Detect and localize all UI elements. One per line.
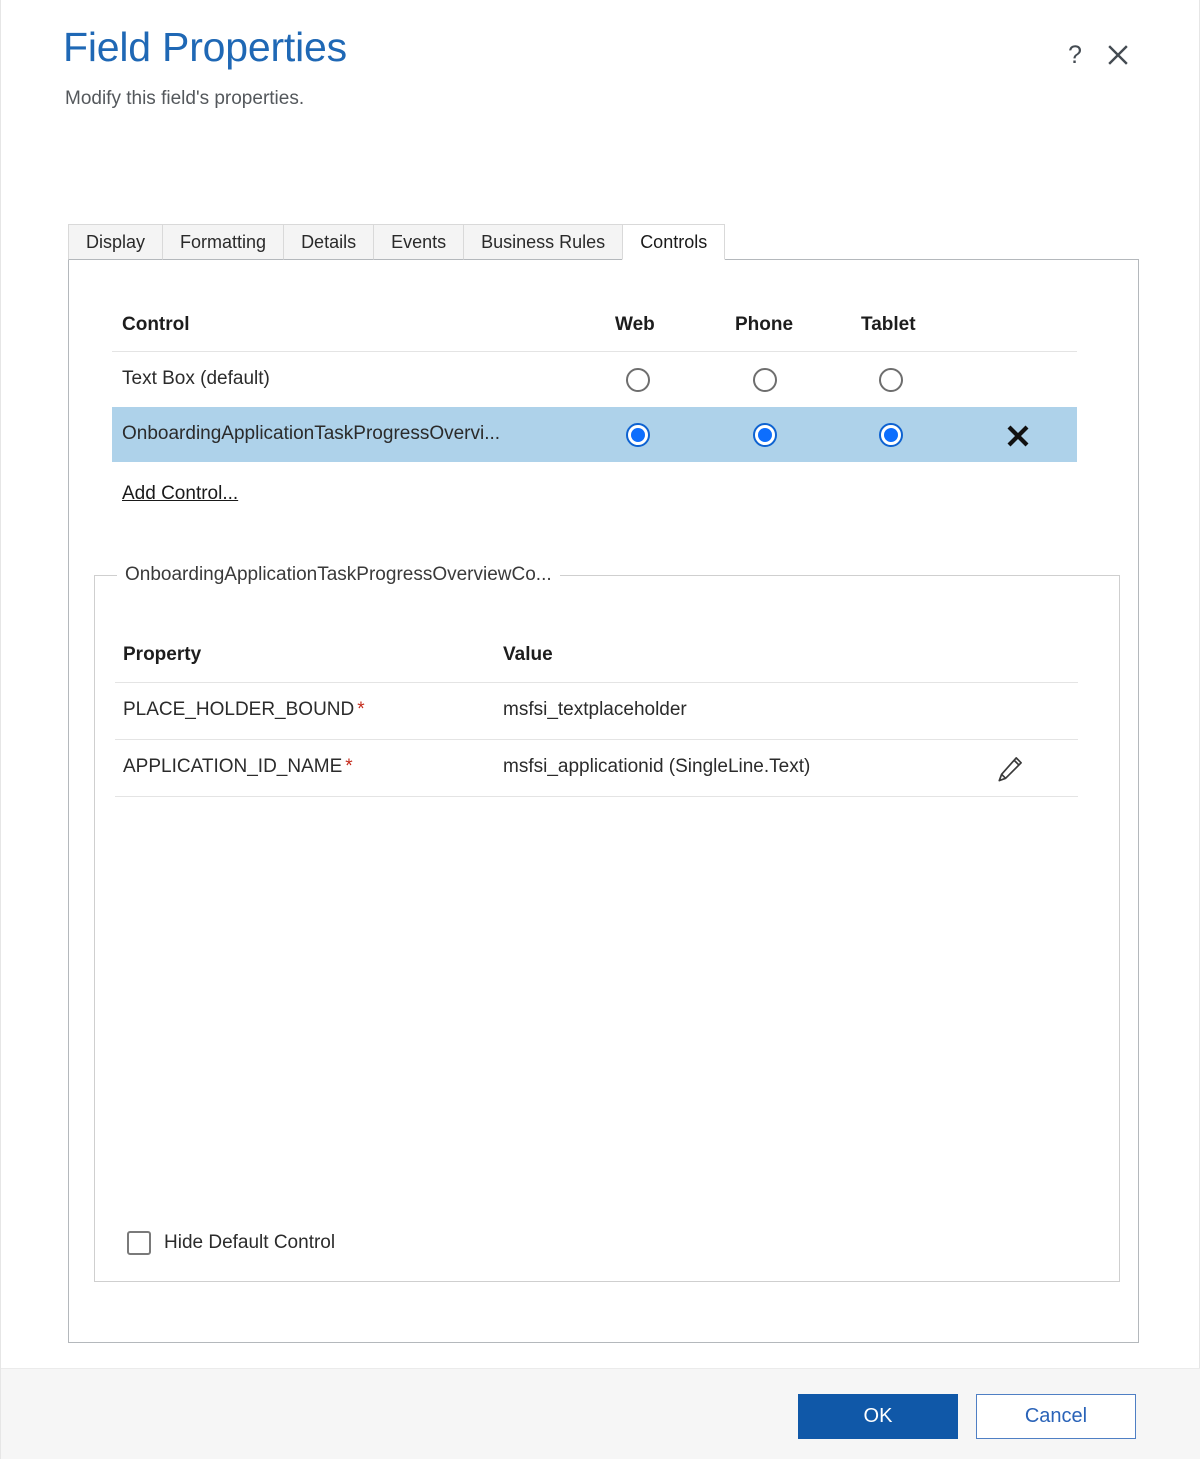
column-header-tablet: Tablet: [861, 314, 916, 335]
page-title: Field Properties: [63, 24, 347, 70]
radio-tablet[interactable]: [879, 423, 905, 449]
tab-formatting[interactable]: Formatting: [162, 224, 285, 260]
tab-display[interactable]: Display: [68, 224, 164, 260]
table-row[interactable]: OnboardingApplicationTaskProgressOvervi.…: [112, 407, 1077, 462]
controls-table-header: Control Web Phone Tablet: [112, 304, 1077, 352]
tab-details[interactable]: Details: [283, 224, 375, 260]
radio-web[interactable]: [626, 423, 652, 449]
radio-tablet[interactable]: [879, 368, 905, 394]
ok-button[interactable]: OK: [798, 1394, 958, 1439]
column-header-control: Control: [122, 314, 190, 335]
hide-default-control-checkbox[interactable]: Hide Default Control: [127, 1231, 335, 1255]
table-row[interactable]: PLACE_HOLDER_BOUND * msfsi_textplaceholde…: [115, 683, 1078, 740]
add-control-link[interactable]: Add Control...: [122, 483, 238, 505]
tab-controls[interactable]: Controls: [622, 224, 726, 260]
properties-table: Property Value PLACE_HOLDER_BOUND * msfsi…: [115, 636, 1078, 797]
control-name: OnboardingApplicationTaskProgressOvervi.…: [122, 423, 501, 444]
required-marker: *: [357, 699, 365, 720]
remove-control-icon[interactable]: [1002, 420, 1034, 452]
dialog-subtitle: Modify this field's properties.: [65, 88, 305, 109]
table-row[interactable]: APPLICATION_ID_NAME * msfsi_applicationid…: [115, 740, 1078, 797]
cancel-button[interactable]: Cancel: [976, 1394, 1136, 1439]
radio-phone[interactable]: [753, 368, 779, 394]
property-name: APPLICATION_ID_NAME *: [123, 756, 353, 778]
radio-phone[interactable]: [753, 423, 779, 449]
tab-events[interactable]: Events: [373, 224, 465, 260]
dialog-footer: OK Cancel: [1, 1368, 1200, 1459]
checkbox-box[interactable]: [127, 1231, 151, 1255]
column-header-web: Web: [615, 314, 655, 335]
controls-table: Control Web Phone Tablet Text Box (defau…: [112, 304, 1077, 462]
help-icon[interactable]: ?: [1058, 38, 1092, 72]
radio-web[interactable]: [626, 368, 652, 394]
dialog-header: Field Properties Modify this field's pro…: [1, 0, 1200, 150]
property-name-text: PLACE_HOLDER_BOUND: [123, 699, 355, 720]
required-marker: *: [345, 756, 353, 777]
property-value: msfsi_textplaceholder: [503, 699, 687, 720]
tab-strip: Display Formatting Details Events Busine…: [68, 224, 726, 260]
field-properties-dialog: Field Properties Modify this field's pro…: [0, 0, 1200, 1459]
table-row[interactable]: Text Box (default): [112, 352, 1077, 407]
controls-tab-panel: Control Web Phone Tablet Text Box (defau…: [68, 259, 1139, 1343]
close-icon[interactable]: [1101, 38, 1135, 72]
fieldset-legend: OnboardingApplicationTaskProgressOvervie…: [117, 564, 560, 586]
property-value: msfsi_applicationid (SingleLine.Text): [503, 756, 811, 777]
control-name: Text Box (default): [122, 368, 270, 389]
column-header-value: Value: [503, 644, 553, 665]
column-header-phone: Phone: [735, 314, 794, 335]
control-properties-fieldset: OnboardingApplicationTaskProgressOvervie…: [94, 564, 1120, 1282]
properties-table-header: Property Value: [115, 636, 1078, 683]
property-name: PLACE_HOLDER_BOUND *: [123, 699, 365, 721]
hide-default-control-label: Hide Default Control: [164, 1232, 336, 1253]
tab-business-rules[interactable]: Business Rules: [463, 224, 624, 260]
pencil-edit-icon[interactable]: [993, 752, 1027, 786]
column-header-property: Property: [123, 644, 202, 665]
property-name-text: APPLICATION_ID_NAME: [123, 756, 343, 777]
